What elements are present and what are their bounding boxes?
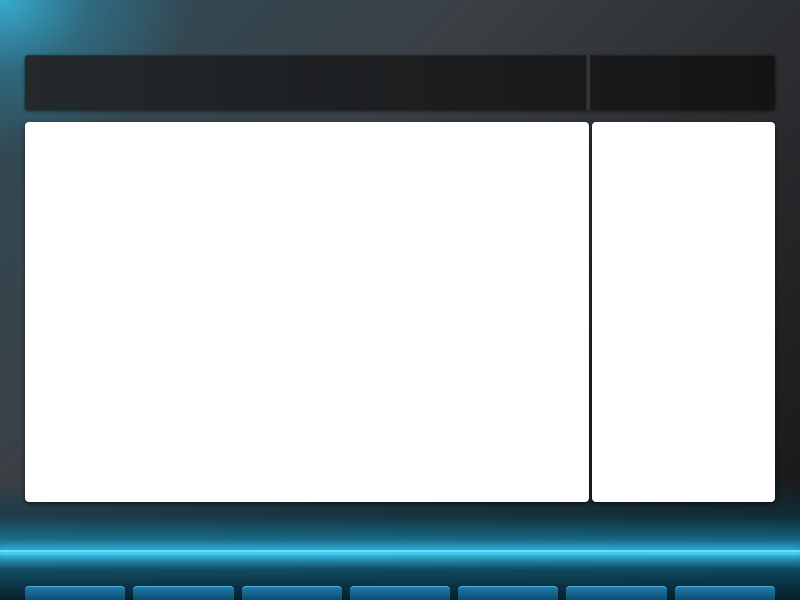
side-content-panel xyxy=(592,122,775,502)
main-content-panel xyxy=(25,122,589,502)
bottom-tab-5[interactable] xyxy=(458,586,559,600)
toolbar-side-section xyxy=(600,55,775,110)
bottom-tab-1[interactable] xyxy=(25,586,126,600)
bottom-tab-7[interactable] xyxy=(674,586,775,600)
bottom-tab-6[interactable] xyxy=(566,586,667,600)
bottom-tab-4[interactable] xyxy=(349,586,451,600)
top-toolbar xyxy=(25,55,775,110)
bottom-tab-bar xyxy=(25,586,775,600)
bottom-tab-2[interactable] xyxy=(133,586,234,600)
toolbar-divider xyxy=(584,55,592,110)
glow-line-divider xyxy=(0,550,800,552)
bottom-tab-3[interactable] xyxy=(241,586,342,600)
